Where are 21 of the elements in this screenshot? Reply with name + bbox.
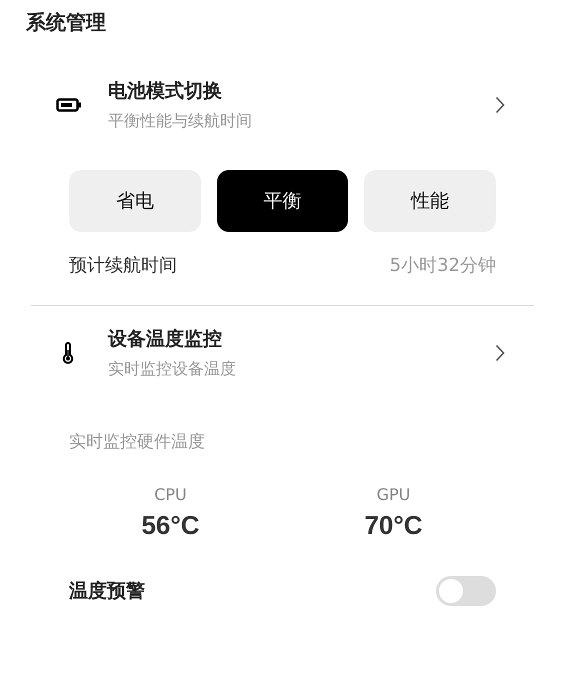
- section-caption: 实时监控硬件温度: [69, 431, 206, 454]
- temperature-value: 70°C: [364, 509, 423, 542]
- chevron-icon[interactable]: [495, 96, 505, 114]
- setting-title: 电池模式切换: [108, 79, 223, 104]
- setting-title: 设备温度监控: [108, 327, 223, 352]
- estimate-label: 预计续航时间: [69, 254, 177, 278]
- sensor-label: GPU: [376, 484, 410, 506]
- mode-button[interactable]: 平衡: [216, 170, 348, 232]
- estimate-value: 5小时32分钟: [390, 254, 496, 278]
- toggle-switch[interactable]: [436, 576, 496, 606]
- temperature-value: 56°C: [141, 509, 200, 542]
- setting-subtitle: 平衡性能与续航时间: [108, 110, 253, 132]
- thermometer-icon: [62, 342, 74, 364]
- alert-label: 温度预警: [69, 579, 145, 604]
- mode-button[interactable]: 性能: [364, 170, 496, 232]
- setting-subtitle: 实时监控设备温度: [108, 358, 237, 380]
- page-title: 系统管理: [26, 9, 107, 36]
- sensor-label: CPU: [154, 484, 187, 506]
- battery-icon: [56, 98, 82, 112]
- mode-button[interactable]: 省电: [69, 170, 201, 232]
- chevron-icon[interactable]: [495, 344, 505, 362]
